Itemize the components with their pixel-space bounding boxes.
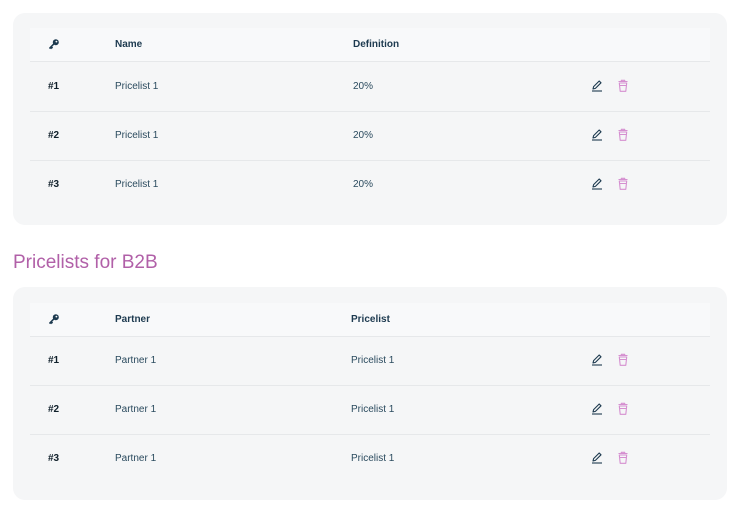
table-row: #2 Partner 1 Pricelist 1 bbox=[30, 385, 710, 435]
key-icon bbox=[49, 314, 59, 325]
row-pricelist: Pricelist 1 bbox=[351, 453, 395, 464]
table-row: #3 Pricelist 1 20% bbox=[30, 160, 710, 209]
row-name: Pricelist 1 bbox=[115, 130, 159, 141]
table-row: #3 Partner 1 Pricelist 1 bbox=[30, 434, 710, 483]
table-row: #2 Pricelist 1 20% bbox=[30, 111, 710, 161]
row-definition: 20% bbox=[353, 81, 374, 92]
row-id: #2 bbox=[48, 404, 60, 415]
row-id: #1 bbox=[48, 355, 60, 366]
section-title: Pricelists for B2B bbox=[13, 252, 158, 273]
delete-icon[interactable] bbox=[616, 79, 630, 93]
pricelists-table-card: Name Definition #1 Pricelist 1 20% #2 Pr… bbox=[13, 13, 727, 225]
row-partner: Partner 1 bbox=[115, 453, 157, 464]
row-id: #3 bbox=[48, 453, 60, 464]
edit-icon[interactable] bbox=[590, 451, 604, 465]
column-header-partner: Partner bbox=[115, 314, 151, 325]
delete-icon[interactable] bbox=[616, 353, 630, 367]
row-id: #2 bbox=[48, 130, 60, 141]
edit-icon[interactable] bbox=[590, 128, 604, 142]
column-header-definition: Definition bbox=[353, 39, 400, 50]
edit-icon[interactable] bbox=[590, 353, 604, 367]
row-name: Pricelist 1 bbox=[115, 81, 159, 92]
row-definition: 20% bbox=[353, 130, 374, 141]
delete-icon[interactable] bbox=[616, 128, 630, 142]
row-pricelist: Pricelist 1 bbox=[351, 404, 395, 415]
row-id: #1 bbox=[48, 81, 60, 92]
delete-icon[interactable] bbox=[616, 451, 630, 465]
table-row: #1 Pricelist 1 20% bbox=[30, 62, 710, 112]
edit-icon[interactable] bbox=[590, 79, 604, 93]
row-partner: Partner 1 bbox=[115, 404, 157, 415]
row-definition: 20% bbox=[353, 179, 374, 190]
b2b-pricelists-table-card: Partner Pricelist #1 Partner 1 Pricelist… bbox=[13, 287, 727, 500]
table-header: Name Definition bbox=[30, 28, 710, 62]
delete-icon[interactable] bbox=[616, 402, 630, 416]
edit-icon[interactable] bbox=[590, 177, 604, 191]
table-header: Partner Pricelist bbox=[30, 303, 710, 337]
table-row: #1 Partner 1 Pricelist 1 bbox=[30, 336, 710, 386]
row-id: #3 bbox=[48, 179, 60, 190]
column-header-pricelist: Pricelist bbox=[351, 314, 390, 325]
row-partner: Partner 1 bbox=[115, 355, 157, 366]
delete-icon[interactable] bbox=[616, 177, 630, 191]
edit-icon[interactable] bbox=[590, 402, 604, 416]
column-header-name: Name bbox=[115, 39, 143, 50]
key-icon bbox=[49, 39, 59, 50]
row-name: Pricelist 1 bbox=[115, 179, 159, 190]
row-pricelist: Pricelist 1 bbox=[351, 355, 395, 366]
